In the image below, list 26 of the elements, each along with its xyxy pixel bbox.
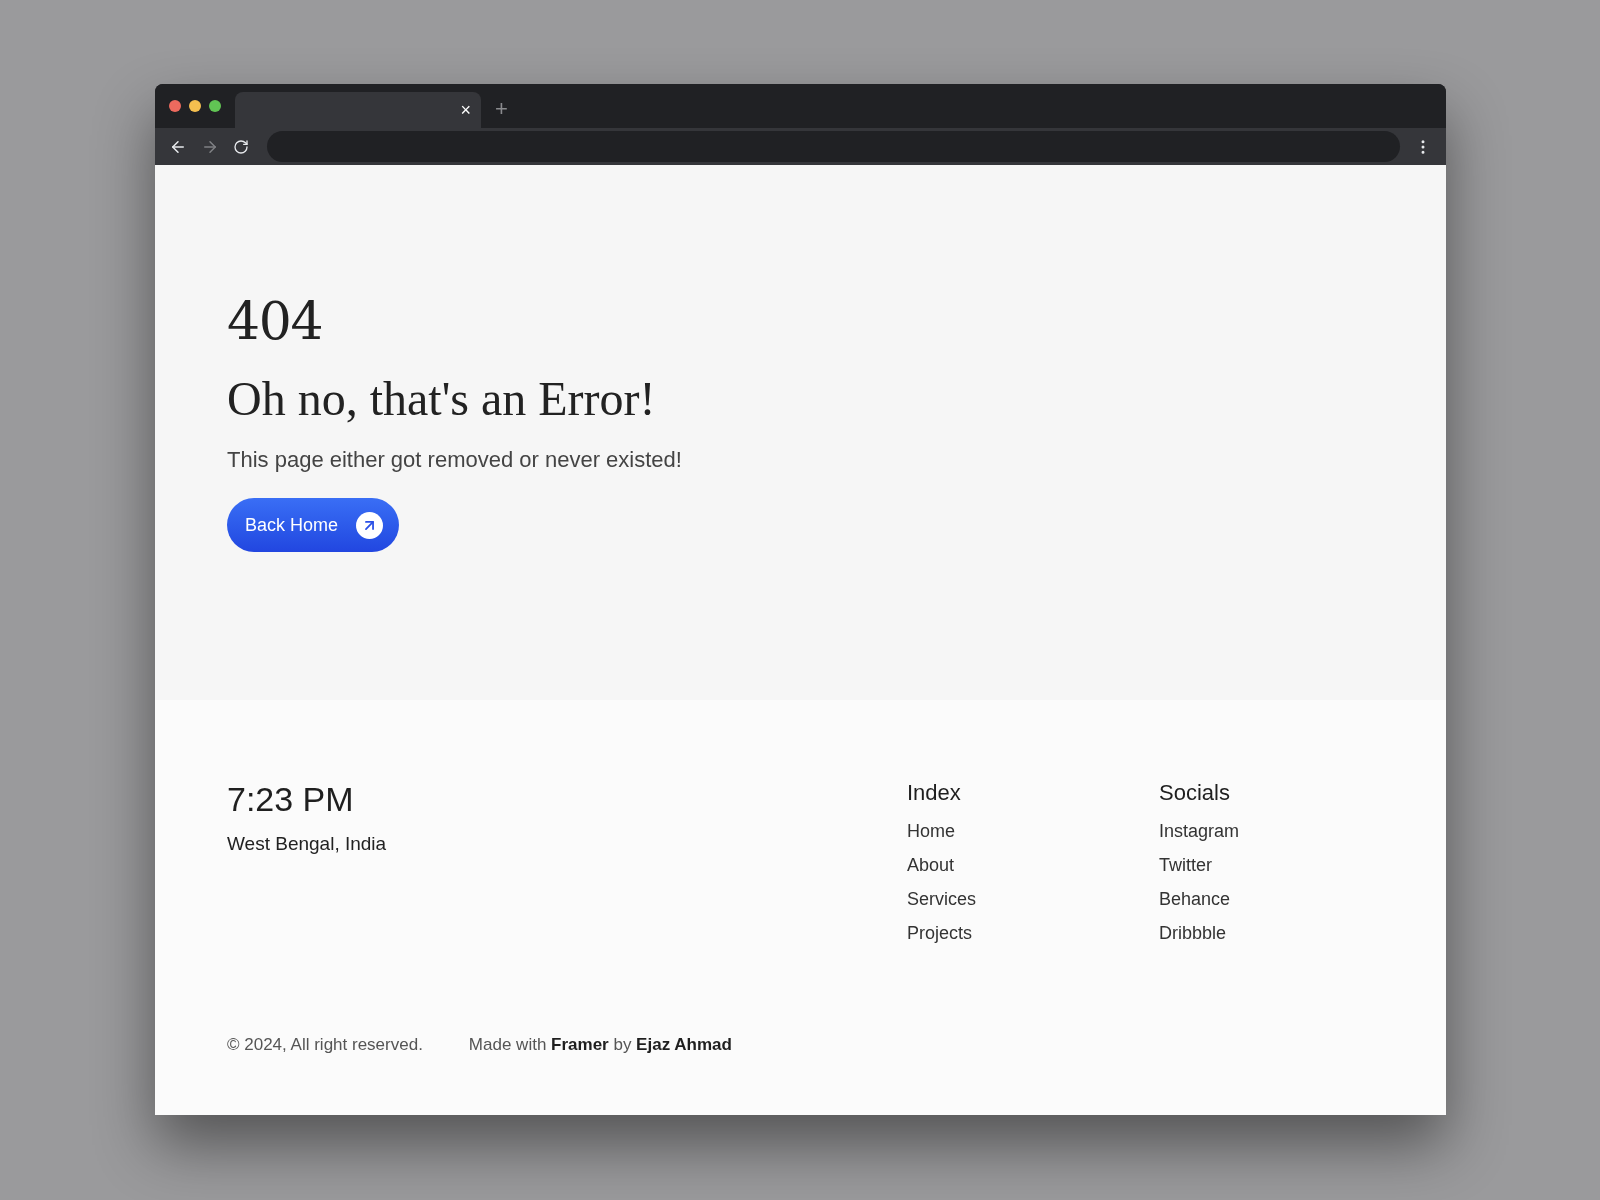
- footer-link[interactable]: Instagram: [1159, 820, 1240, 842]
- back-home-button[interactable]: Back Home: [227, 498, 400, 552]
- footer-link[interactable]: Services: [907, 888, 977, 910]
- footer-link[interactable]: Home: [907, 820, 955, 842]
- reload-icon[interactable]: [233, 138, 249, 155]
- new-tab-button[interactable]: +: [495, 98, 508, 120]
- error-code: 404: [227, 295, 324, 347]
- arrow-up-right-icon: [356, 511, 384, 539]
- local-time: 7:23 PM: [227, 782, 355, 816]
- browser-tab[interactable]: ×: [235, 92, 481, 128]
- footer-link[interactable]: Twitter: [1159, 854, 1212, 876]
- minimize-window-button[interactable]: [189, 100, 201, 112]
- tab-close-button[interactable]: ×: [460, 101, 471, 119]
- footer-column-title: Socials: [1159, 782, 1231, 804]
- location: West Bengal, India: [227, 832, 388, 856]
- maximize-window-button[interactable]: [209, 100, 221, 112]
- error-message: This page either got removed or never existed!: [227, 446, 683, 474]
- footer-link[interactable]: About: [907, 854, 955, 876]
- close-window-button[interactable]: [169, 100, 181, 112]
- footer-link[interactable]: Projects: [907, 922, 973, 944]
- credit-text: Made with Framer by Ejaz Ahmad: [468, 1034, 732, 1056]
- footer-link[interactable]: Dribbble: [1159, 922, 1227, 944]
- footer-column-title: Index: [907, 782, 962, 804]
- footer-link[interactable]: Behance: [1159, 888, 1231, 910]
- error-heading: Oh no, that's an Error!: [227, 375, 657, 423]
- copyright-text: © 2024, All right reserved.: [227, 1034, 423, 1056]
